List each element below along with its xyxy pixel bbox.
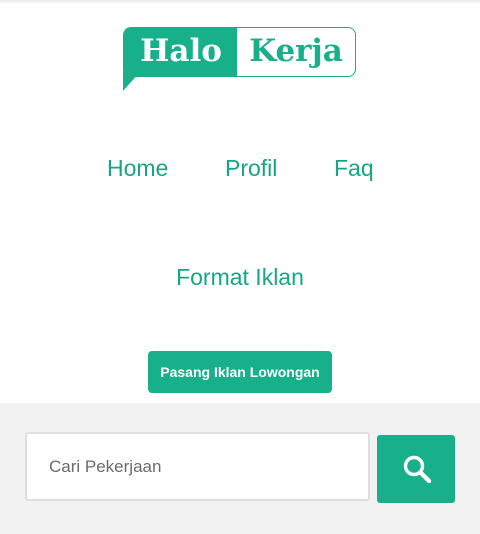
logo-halo-text: Halo bbox=[140, 33, 222, 69]
nav-link-profil[interactable]: Profil bbox=[225, 154, 277, 182]
search-icon bbox=[403, 455, 432, 484]
logo-kerja-text: Kerja bbox=[249, 33, 343, 69]
logo-speech-tail bbox=[123, 71, 141, 91]
post-job-ad-button[interactable]: Pasang Iklan Lowongan bbox=[148, 351, 332, 393]
search-bar-section bbox=[0, 403, 480, 534]
job-search-input[interactable] bbox=[25, 432, 370, 501]
search-button[interactable] bbox=[377, 435, 455, 503]
halokerja-logo[interactable]: Halo Kerja bbox=[123, 27, 357, 91]
nav-link-format-iklan[interactable]: Format Iklan bbox=[0, 263, 480, 291]
nav-link-faq[interactable]: Faq bbox=[334, 154, 374, 182]
top-shadow-bar bbox=[0, 0, 480, 4]
nav-link-home[interactable]: Home bbox=[107, 154, 168, 182]
